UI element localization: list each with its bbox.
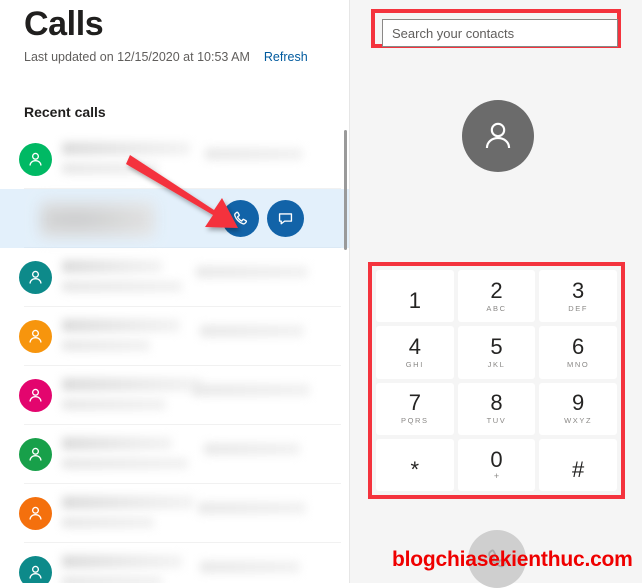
call-list-item[interactable] [0, 484, 349, 543]
avatar [19, 320, 52, 353]
call-list-item[interactable] [0, 307, 349, 366]
dialpad-key-7[interactable]: 7 PQRS [376, 382, 454, 435]
call-list-scrollbar[interactable] [344, 130, 347, 250]
recent-calls-heading: Recent calls [24, 104, 106, 120]
dialpad-key-digit: 4 [408, 333, 421, 359]
dialpad-key-digit: 7 [408, 390, 421, 416]
search-input[interactable] [382, 19, 618, 47]
search-highlight-box [371, 9, 621, 48]
dialpad-key-letters: WXYZ [564, 416, 593, 426]
avatar [19, 556, 52, 583]
dialpad-key-letters: JKL [487, 359, 506, 369]
call-list-item[interactable] [0, 543, 349, 583]
last-updated-row: Last updated on 12/15/2020 at 10:53 AM Re… [24, 48, 324, 66]
dialpad-key-letters: PQRS [401, 416, 429, 426]
recent-calls-list[interactable] [0, 130, 349, 583]
dialpad-key-1[interactable]: 1 [376, 270, 454, 323]
dialpad-key-letters: MNO [567, 359, 590, 369]
dialpad-key-digit: 1 [408, 288, 421, 314]
call-list-item[interactable] [0, 130, 349, 189]
dialpad-key-digit: 9 [572, 390, 585, 416]
call-list-item[interactable] [0, 366, 349, 425]
dialpad-key-digit: 8 [490, 390, 503, 416]
last-updated-text: Last updated on 12/15/2020 at 10:53 AM [24, 50, 250, 64]
dialpad-key-digit: 2 [490, 277, 503, 303]
call-button[interactable] [222, 200, 259, 237]
avatar [19, 143, 52, 176]
chat-button[interactable] [267, 200, 304, 237]
dialpad-key-digit: * [410, 456, 420, 482]
dialpad-key-digit: # [572, 456, 585, 482]
dialpad-key-digit: 5 [490, 333, 503, 359]
call-list-item-selected[interactable] [0, 189, 349, 248]
dialpad-key-9[interactable]: 9 WXYZ [539, 382, 617, 435]
dialpad-key-6[interactable]: 6 MNO [539, 326, 617, 379]
call-list-item[interactable] [0, 425, 349, 484]
dialpad-key-star[interactable]: * [376, 438, 454, 491]
dialpad-key-5[interactable]: 5 JKL [457, 326, 536, 379]
avatar [19, 438, 52, 471]
dialpad-panel: 1 2 ABC 3 DEF 4 GHI 5 JKL [350, 0, 642, 588]
teams-calls-window: Calls Last updated on 12/15/2020 at 10:5… [0, 0, 642, 588]
dialpad-key-digit: 0 [490, 446, 503, 472]
dialpad-key-letters: ABC [486, 303, 507, 313]
avatar [19, 379, 52, 412]
watermark: blogchiasekienthuc.com [392, 548, 633, 571]
avatar [19, 497, 52, 530]
dialpad-key-4[interactable]: 4 GHI [376, 326, 454, 379]
dialpad-key-letters: DEF [568, 303, 589, 313]
call-list-item[interactable] [0, 248, 349, 307]
contact-avatar-large [462, 100, 534, 172]
dialpad-key-0[interactable]: 0 + [457, 438, 536, 491]
dialpad-key-digit: 6 [572, 333, 585, 359]
dialpad-key-digit: 3 [572, 277, 585, 303]
dialpad-key-2[interactable]: 2 ABC [457, 270, 536, 323]
dialpad-key-8[interactable]: 8 TUV [457, 382, 536, 435]
avatar [19, 261, 52, 294]
dialpad[interactable]: 1 2 ABC 3 DEF 4 GHI 5 JKL 6 MNO 7 PQRS 8… [376, 270, 617, 491]
dialpad-key-letters: TUV [486, 416, 507, 426]
dialpad-key-hash[interactable]: # [539, 438, 617, 491]
refresh-link[interactable]: Refresh [264, 48, 308, 66]
dialpad-highlight-box: 1 2 ABC 3 DEF 4 GHI 5 JKL 6 MNO 7 PQRS 8… [368, 262, 625, 499]
dialpad-key-letters: GHI [405, 359, 424, 369]
dialpad-key-3[interactable]: 3 DEF [539, 270, 617, 323]
dialpad-key-plus: + [493, 470, 500, 481]
page-title: Calls [24, 5, 104, 43]
calls-panel: Calls Last updated on 12/15/2020 at 10:5… [0, 0, 349, 583]
